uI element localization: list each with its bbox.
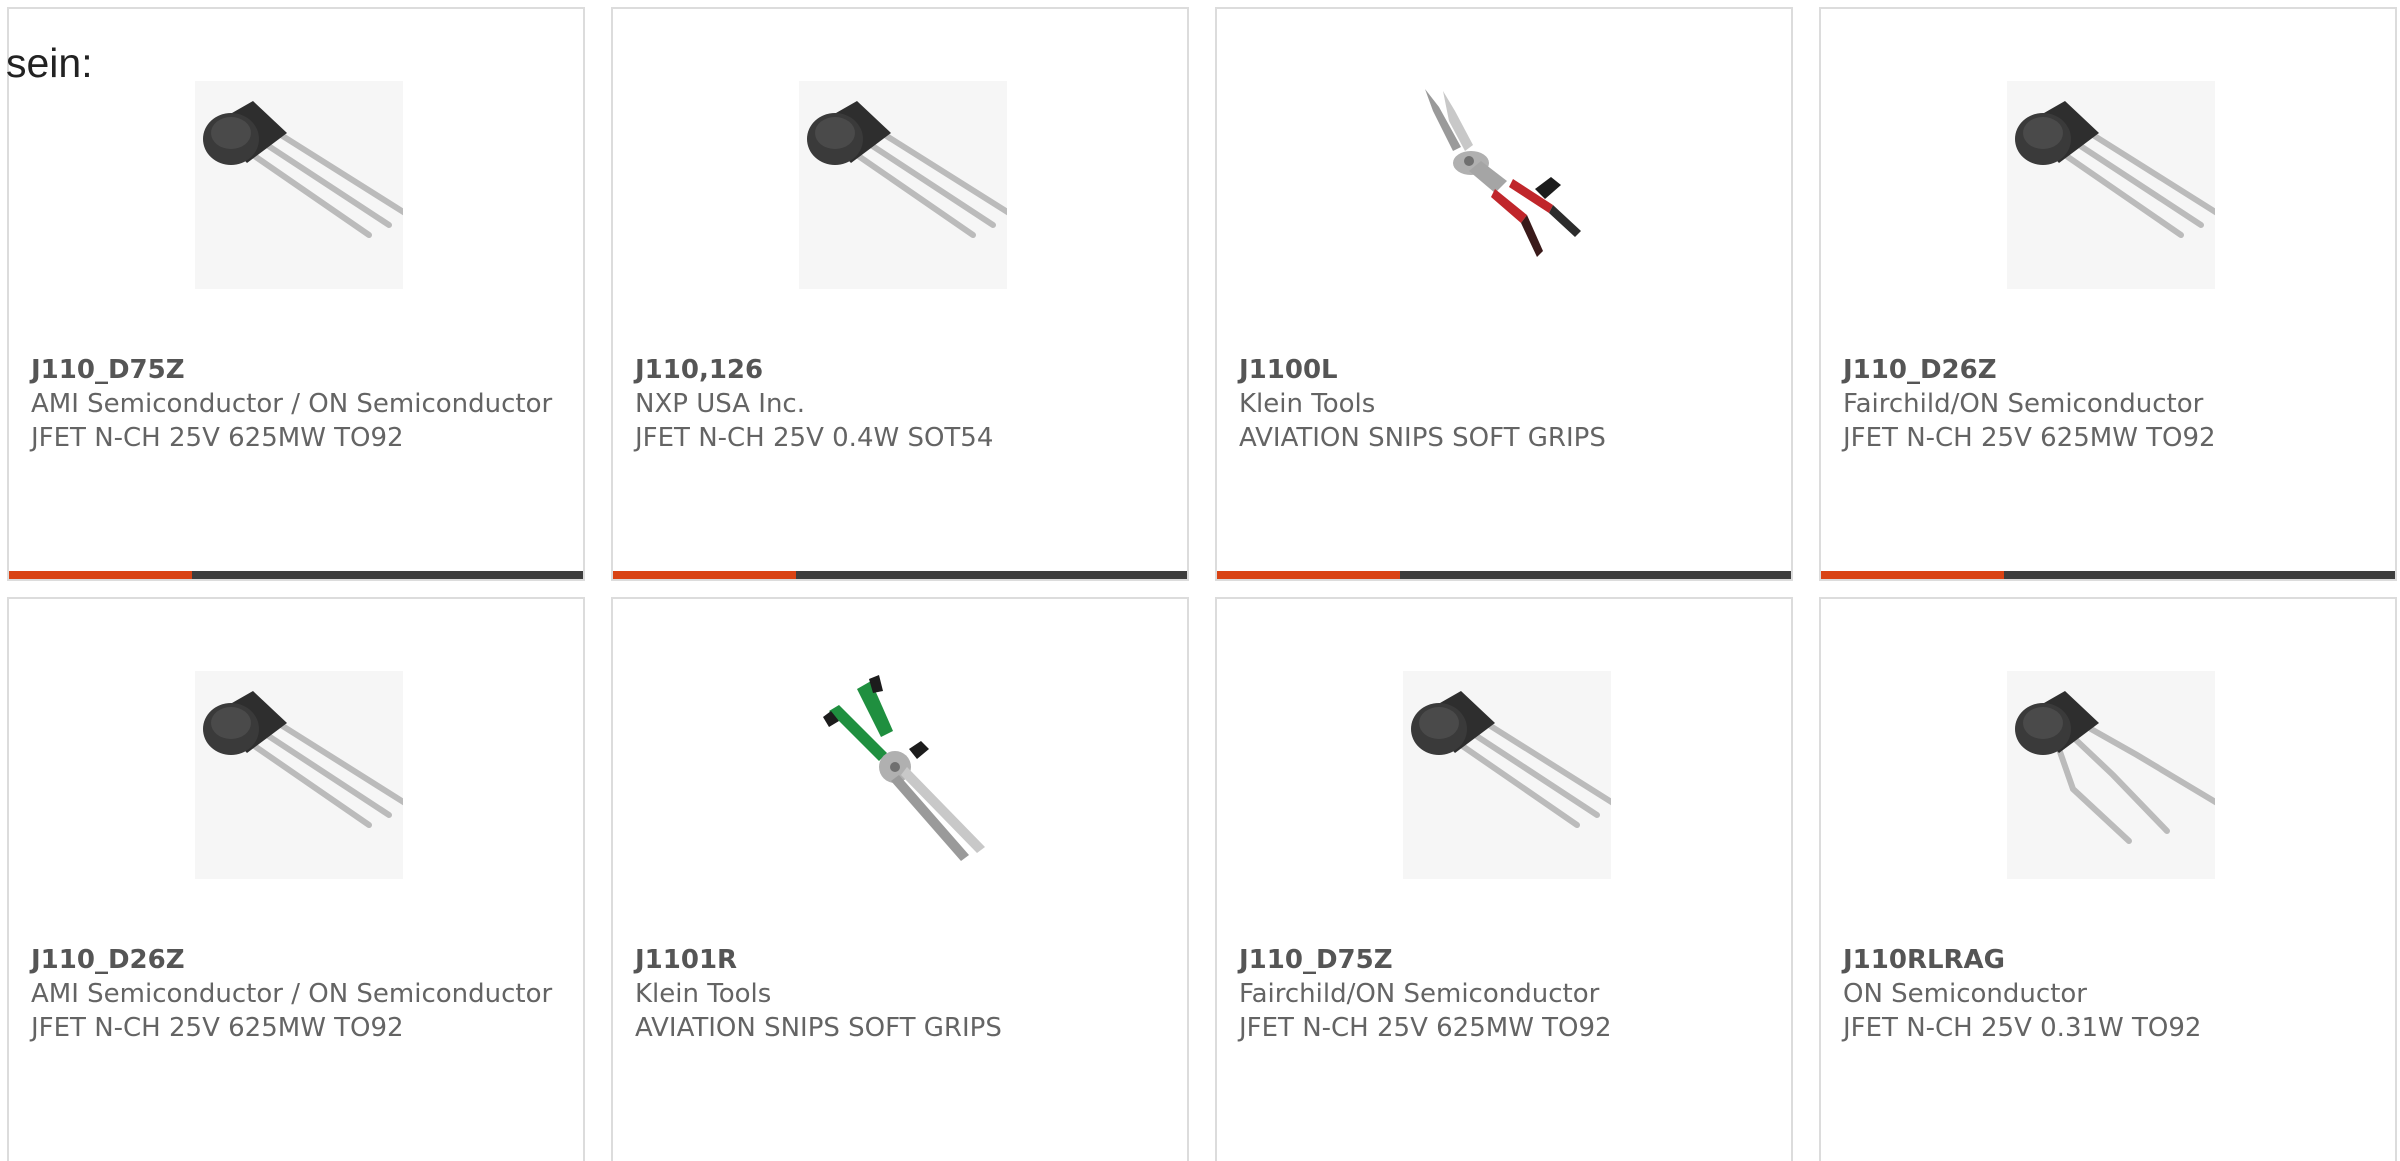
product-image — [1403, 671, 1611, 879]
description: JFET N-CH 25V 0.4W SOT54 — [635, 423, 994, 453]
card-bar — [1217, 571, 1791, 579]
part-number[interactable]: J110_D26Z — [31, 943, 571, 977]
manufacturer: Fairchild/ON Semiconductor — [1239, 979, 1600, 1009]
manufacturer: Klein Tools — [635, 979, 772, 1009]
manufacturer: Klein Tools — [1239, 389, 1376, 419]
description: JFET N-CH 25V 0.31W TO92 — [1843, 1013, 2202, 1043]
product-card[interactable]: J1101R Klein Tools AVIATION SNIPS SOFT G… — [611, 597, 1189, 1161]
to92-transistor-icon — [807, 101, 1007, 238]
to92-transistor-icon — [2015, 101, 2215, 238]
manufacturer: AMI Semiconductor / ON Semiconductor — [31, 979, 553, 1009]
manufacturer: Fairchild/ON Semiconductor — [1843, 389, 2204, 419]
card-bar — [1821, 571, 2395, 579]
to92-transistor-icon — [1411, 691, 1611, 828]
part-number[interactable]: J110_D75Z — [1239, 943, 1779, 977]
card-bar-accent — [1217, 571, 1400, 579]
product-card[interactable]: J1100L Klein Tools AVIATION SNIPS SOFT G… — [1215, 7, 1793, 581]
product-card[interactable]: J110_D26Z AMI Semiconductor / ON Semicon… — [7, 597, 585, 1161]
card-bar-accent — [613, 571, 796, 579]
product-image — [1403, 81, 1611, 289]
to92-transistor-bent-leads-icon — [2015, 691, 2215, 844]
intro-text: sein: — [6, 40, 93, 86]
product-image — [2007, 671, 2215, 879]
to92-transistor-icon — [203, 691, 403, 828]
part-number[interactable]: J110,126 — [635, 353, 1175, 387]
manufacturer: NXP USA Inc. — [635, 389, 805, 419]
description: JFET N-CH 25V 625MW TO92 — [1843, 423, 2216, 453]
description: AVIATION SNIPS SOFT GRIPS — [635, 1013, 1002, 1043]
aviation-snips-green-icon — [823, 675, 985, 861]
product-image — [195, 671, 403, 879]
manufacturer: AMI Semiconductor / ON Semiconductor — [31, 389, 553, 419]
product-card[interactable]: J110_D75Z Fairchild/ON Semiconductor JFE… — [1215, 597, 1793, 1161]
product-card[interactable]: J110_D26Z Fairchild/ON Semiconductor JFE… — [1819, 7, 2397, 581]
to92-transistor-icon — [203, 101, 403, 238]
description: JFET N-CH 25V 625MW TO92 — [1239, 1013, 1612, 1043]
card-bar-accent — [9, 571, 192, 579]
description: JFET N-CH 25V 625MW TO92 — [31, 1013, 404, 1043]
part-number[interactable]: J1100L — [1239, 353, 1779, 387]
product-image — [799, 81, 1007, 289]
product-card[interactable]: J110_D75Z AMI Semiconductor / ON Semicon… — [7, 7, 585, 581]
product-image — [195, 81, 403, 289]
part-number[interactable]: J110_D26Z — [1843, 353, 2383, 387]
part-number[interactable]: J110RLRAG — [1843, 943, 2383, 977]
product-card[interactable]: J110,126 NXP USA Inc. JFET N-CH 25V 0.4W… — [611, 7, 1189, 581]
product-image — [2007, 81, 2215, 289]
card-bar-accent — [1821, 571, 2004, 579]
card-bar — [613, 571, 1187, 579]
part-number[interactable]: J1101R — [635, 943, 1175, 977]
description: AVIATION SNIPS SOFT GRIPS — [1239, 423, 1606, 453]
aviation-snips-red-icon — [1425, 89, 1581, 257]
manufacturer: ON Semiconductor — [1843, 979, 2087, 1009]
product-image — [799, 671, 1007, 879]
description: JFET N-CH 25V 625MW TO92 — [31, 423, 404, 453]
card-bar — [9, 571, 583, 579]
product-card[interactable]: J110RLRAG ON Semiconductor JFET N-CH 25V… — [1819, 597, 2397, 1161]
part-number[interactable]: J110_D75Z — [31, 353, 571, 387]
